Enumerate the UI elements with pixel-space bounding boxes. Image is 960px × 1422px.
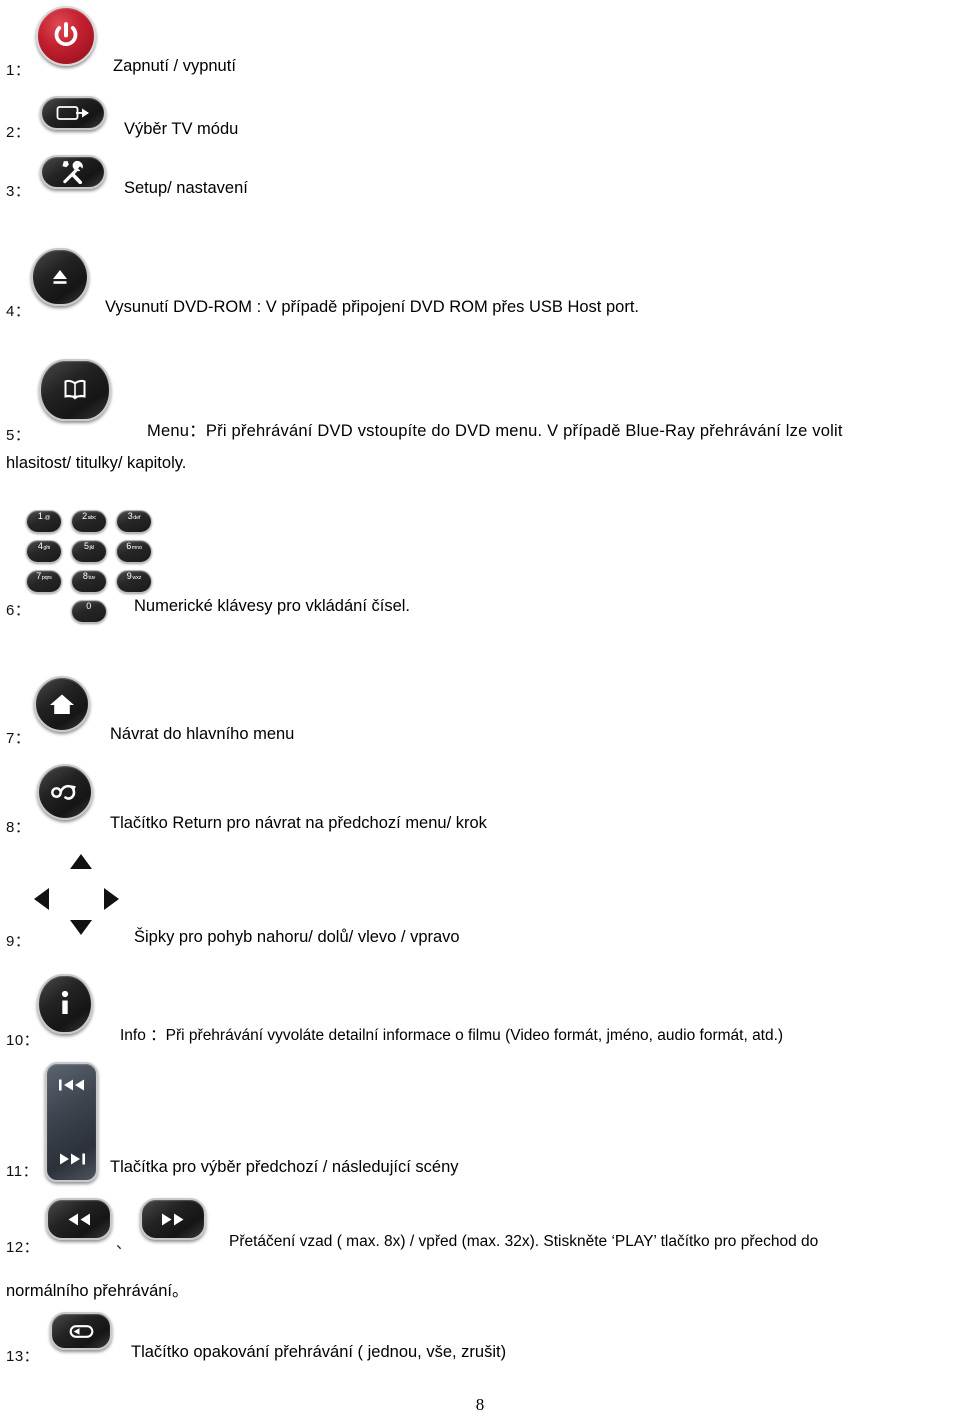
key-letters: ghi bbox=[43, 545, 51, 551]
info-icon[interactable] bbox=[37, 974, 93, 1034]
item-text-3: Setup/ nastavení bbox=[124, 179, 248, 197]
item-text-7: Návrat do hlavního menu bbox=[110, 725, 295, 743]
key-letters: jkl bbox=[89, 545, 95, 551]
item-number-12: 12： bbox=[6, 1239, 40, 1256]
item-number-8: 8： bbox=[6, 819, 31, 836]
key-0[interactable]: 0 bbox=[71, 600, 107, 623]
key-letters: wxz bbox=[132, 575, 142, 581]
item-text-12-line1: Přetáčení vzad ( max. 8x) / vpřed (max. … bbox=[229, 1233, 819, 1250]
item-text-1: Zapnutí / vypnutí bbox=[113, 57, 236, 75]
key-7[interactable]: 7 pqrs bbox=[26, 570, 62, 593]
arrow-left-icon[interactable] bbox=[34, 888, 49, 910]
page-number: 8 bbox=[475, 1395, 485, 1414]
item-number-6: 6： bbox=[6, 602, 31, 619]
item-number-7: 7： bbox=[6, 730, 31, 747]
eject-icon[interactable] bbox=[31, 248, 89, 306]
key-letters: tuv bbox=[88, 575, 96, 581]
prev-next-track-icon[interactable] bbox=[45, 1062, 98, 1182]
arrow-down-icon[interactable] bbox=[70, 920, 92, 935]
item-text-2: Výběr TV módu bbox=[124, 120, 239, 138]
key-digit: 2 bbox=[82, 511, 88, 521]
item-number-11: 11： bbox=[6, 1163, 39, 1180]
key-digit: 8 bbox=[82, 571, 88, 581]
item-text-10: Info ：Při přehrávání vyvoláte detailní i… bbox=[120, 1027, 784, 1044]
key-4[interactable]: 4 ghi bbox=[26, 540, 62, 563]
power-icon[interactable] bbox=[36, 6, 96, 66]
key-letters: pqrs bbox=[41, 575, 52, 581]
key-letters: .@ bbox=[43, 515, 51, 521]
item-text-11: Tlačítka pro výběr předchozí / následují… bbox=[110, 1158, 459, 1176]
key-letters: mno bbox=[131, 545, 142, 551]
item-number-9: 9： bbox=[6, 933, 31, 950]
item-text-5-line1: Menu：Při přehrávání DVD vstoupíte do DVD… bbox=[147, 422, 843, 440]
key-letters: abc bbox=[87, 515, 96, 521]
item-text-12-line2: normálního přehrávání。 bbox=[6, 1282, 189, 1300]
key-9[interactable]: 9 wxz bbox=[116, 570, 152, 593]
item-text-4: Vysunutí DVD-ROM : V případě připojení D… bbox=[105, 298, 639, 316]
forward-icon[interactable] bbox=[140, 1198, 206, 1240]
key-5[interactable]: 5 jkl bbox=[71, 540, 107, 563]
dpad-arrows-icon[interactable] bbox=[28, 850, 134, 942]
numeric-keypad-icon[interactable]: 1 .@ 2 abc 3 def 4 ghi 5 jkl 6 mno 7 pqrs 8 tuv … bbox=[26, 510, 152, 623]
key-digit: 6 bbox=[126, 541, 132, 551]
arrow-right-icon[interactable] bbox=[104, 888, 119, 910]
item-number-3: 3： bbox=[6, 183, 31, 200]
repeat-icon[interactable] bbox=[50, 1312, 112, 1350]
item-number-1: 1： bbox=[6, 62, 31, 79]
next-track-glyph bbox=[59, 1153, 85, 1165]
item-text-13: Tlačítko opakování přehrávání ( jednou, … bbox=[131, 1343, 507, 1361]
item-number-2: 2： bbox=[6, 124, 31, 141]
key-digit: 1 bbox=[37, 511, 43, 521]
item-number-5: 5： bbox=[6, 427, 31, 444]
key-2[interactable]: 2 abc bbox=[71, 510, 107, 533]
item-number-13: 13： bbox=[6, 1348, 40, 1365]
key-8[interactable]: 8 tuv bbox=[71, 570, 107, 593]
tv-mode-icon[interactable] bbox=[40, 96, 106, 130]
key-digit: 0 bbox=[86, 601, 92, 611]
key-1[interactable]: 1 .@ bbox=[26, 510, 62, 533]
manual-page: 1： Zapnutí / vypnutí 2： Výběr TV módu 3：… bbox=[0, 0, 960, 1422]
arrow-up-icon[interactable] bbox=[70, 854, 92, 869]
return-icon[interactable] bbox=[37, 764, 93, 820]
key-letters: def bbox=[133, 515, 141, 521]
key-digit: 4 bbox=[37, 541, 43, 551]
key-6[interactable]: 6 mno bbox=[116, 540, 152, 563]
prev-track-glyph bbox=[58, 1079, 84, 1091]
item-text-5-line2: hlasitost/ titulky/ kapitoly. bbox=[6, 454, 187, 472]
item-number-4: 4： bbox=[6, 303, 31, 320]
key-3[interactable]: 3 def bbox=[116, 510, 152, 533]
setup-tools-icon[interactable] bbox=[40, 155, 106, 189]
key-digit: 7 bbox=[36, 571, 42, 581]
item-text-6: Numerické klávesy pro vkládání čísel. bbox=[134, 597, 411, 615]
item-text-8: Tlačítko Return pro návrat na předchozí … bbox=[110, 814, 487, 832]
book-menu-icon[interactable] bbox=[39, 359, 111, 421]
item-number-10: 10： bbox=[6, 1032, 40, 1049]
key-digit: 3 bbox=[127, 511, 133, 521]
rewind-icon[interactable] bbox=[46, 1198, 112, 1240]
item-text-9: Šipky pro pohyb nahoru/ dolů/ vlevo / vp… bbox=[134, 928, 460, 946]
home-icon[interactable] bbox=[34, 676, 90, 732]
icon-separator: 、 bbox=[116, 1235, 132, 1252]
